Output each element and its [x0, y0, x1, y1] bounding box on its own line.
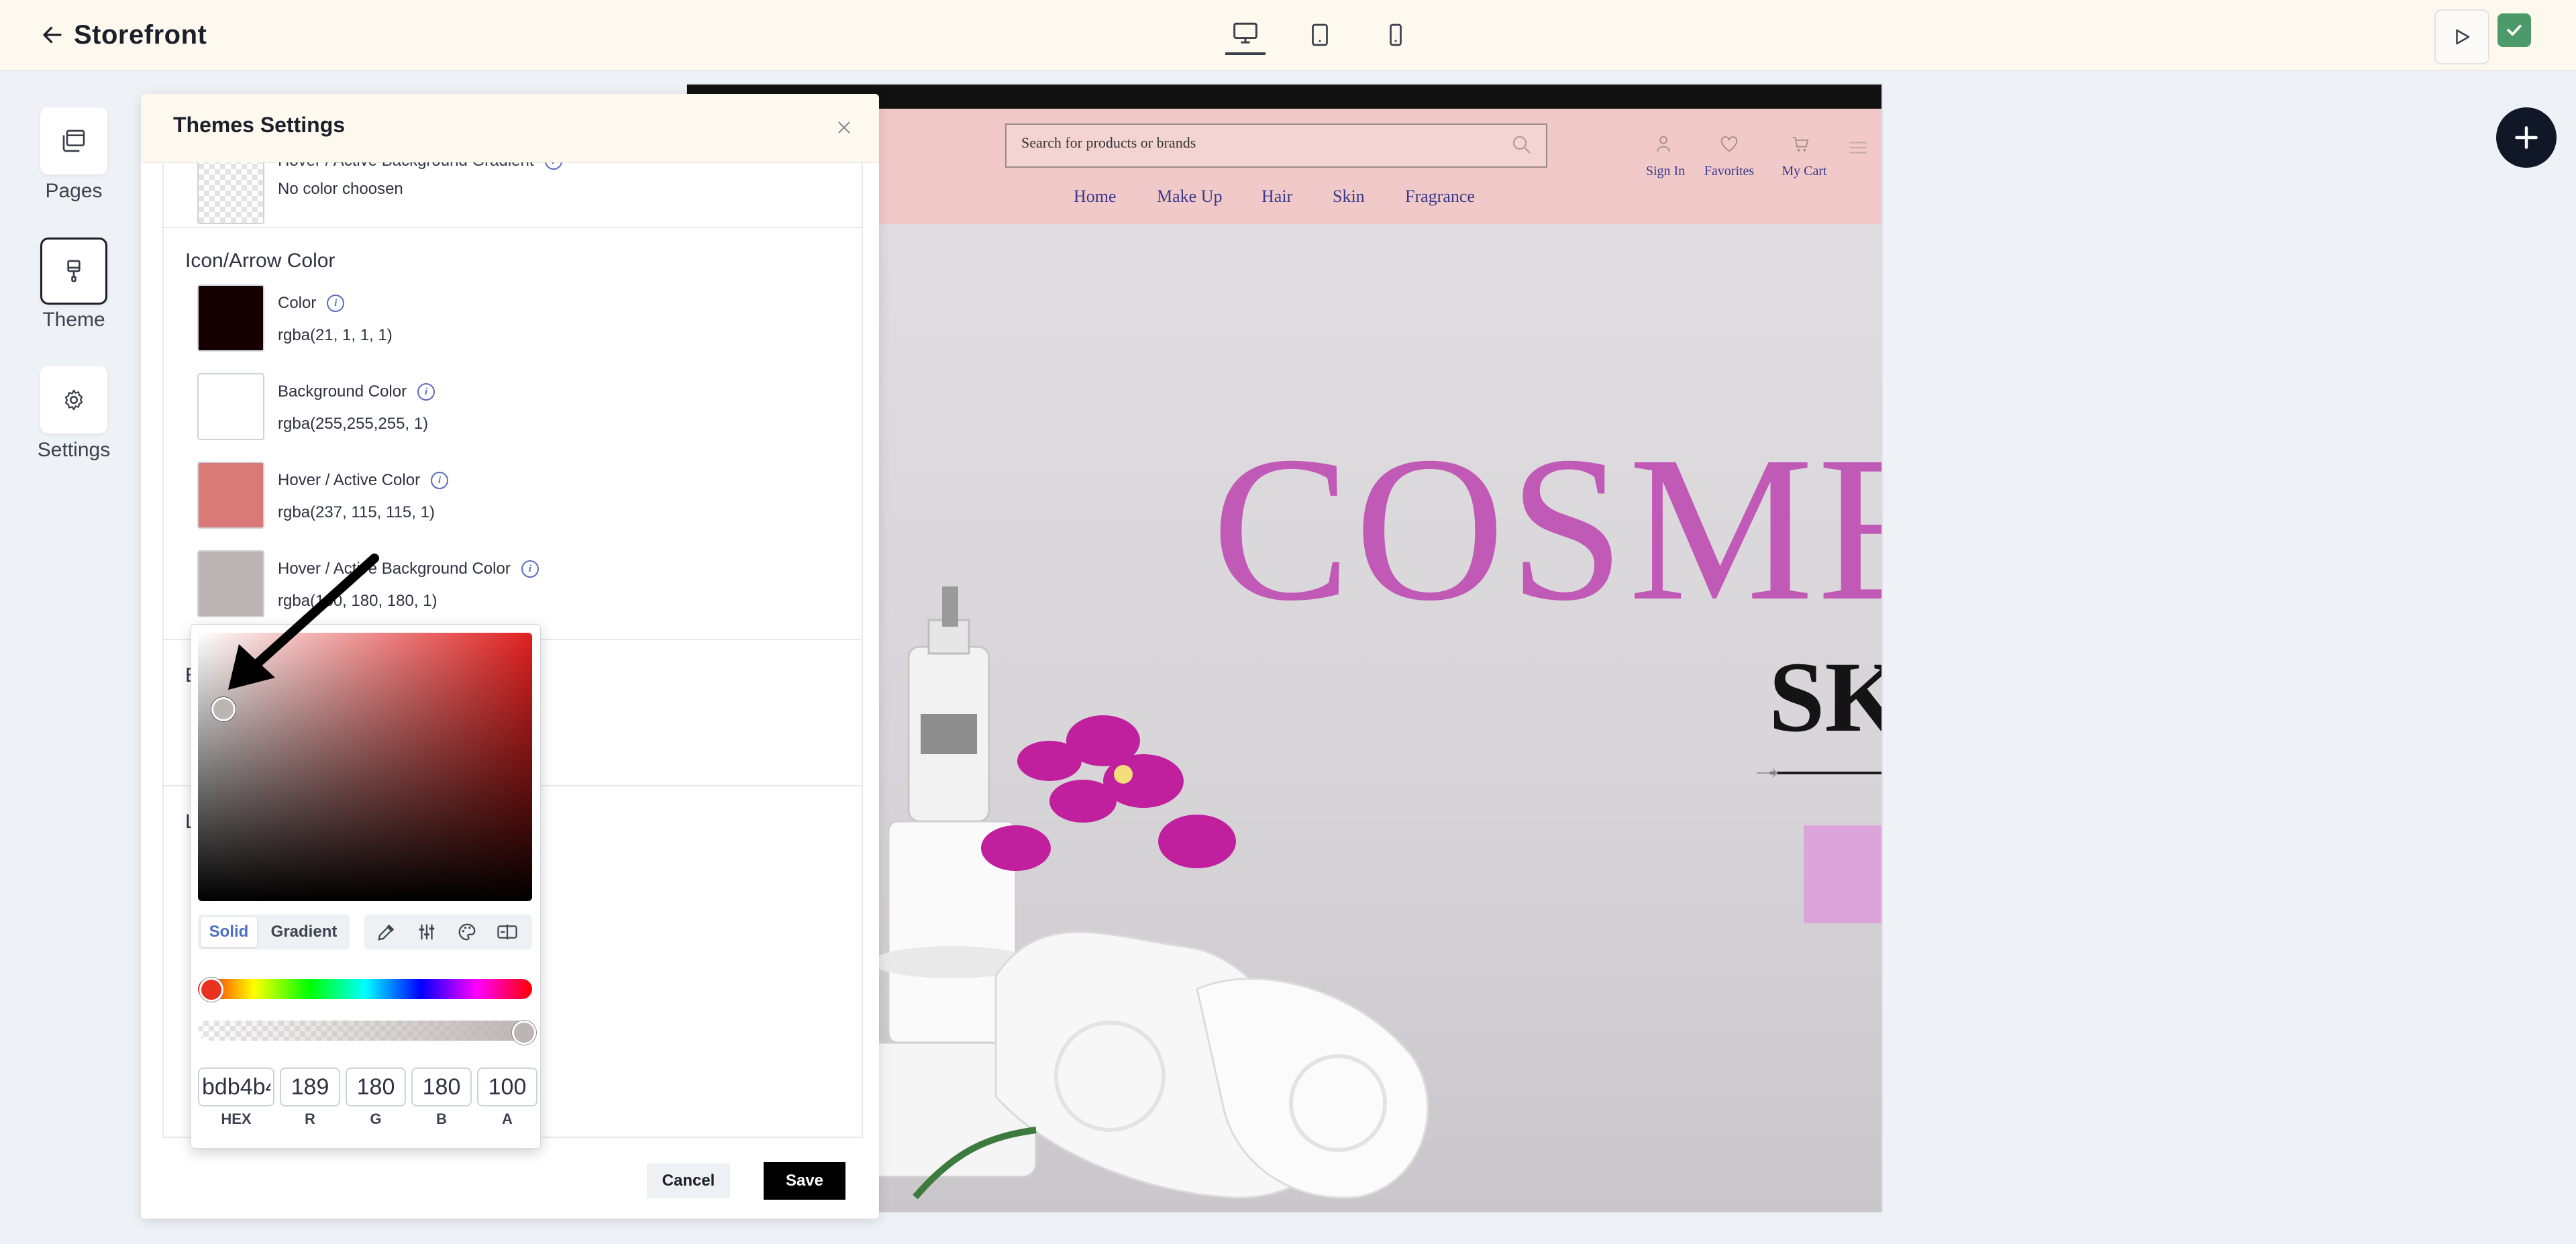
- hover-active-color-row-value: rgba(237, 115, 115, 1): [278, 503, 435, 521]
- cancel-button[interactable]: Cancel: [647, 1163, 730, 1198]
- app-title: Storefront: [74, 20, 207, 50]
- picker-tools: [364, 915, 532, 949]
- red-label: R: [305, 1110, 315, 1127]
- nav-fragrance[interactable]: Fragrance: [1405, 187, 1475, 207]
- rail-settings-button[interactable]: [40, 366, 107, 433]
- alpha-label: A: [502, 1110, 513, 1127]
- desktop-view-button[interactable]: [1225, 15, 1266, 55]
- color-swatch[interactable]: [197, 284, 264, 352]
- hover-active-color-swatch[interactable]: [197, 462, 264, 529]
- alpha-gradient: [198, 1021, 532, 1041]
- background-color-row-value: rgba(255,255,255, 1): [278, 415, 429, 433]
- sliders-icon[interactable]: [410, 919, 444, 945]
- mobile-icon: [1390, 23, 1402, 46]
- favorites-link[interactable]: Favorites: [1699, 164, 1759, 179]
- nav-hair[interactable]: Hair: [1261, 187, 1292, 207]
- info-icon[interactable]: i: [327, 295, 345, 312]
- paintbrush-icon: [67, 260, 81, 282]
- gear-icon: [64, 389, 83, 411]
- hue-slider[interactable]: [198, 978, 532, 1002]
- picker-mode-toggle: Solid Gradient: [198, 915, 350, 949]
- section-title-icon-arrow: Icon/Arrow Color: [185, 250, 336, 272]
- rail-pages-label: Pages: [45, 180, 103, 202]
- info-icon[interactable]: i: [431, 472, 449, 489]
- hex-label: HEX: [221, 1110, 252, 1127]
- info-icon[interactable]: i: [417, 383, 435, 401]
- plus-icon: [2515, 126, 2538, 149]
- hue-handle[interactable]: [199, 978, 223, 1002]
- section-divider: [164, 227, 862, 228]
- nav-skin[interactable]: Skin: [1333, 187, 1365, 207]
- rail-theme-button[interactable]: [40, 238, 107, 305]
- cart-icon: [1792, 137, 1809, 152]
- rail-settings-label: Settings: [37, 439, 111, 461]
- blue-input[interactable]: [411, 1068, 472, 1106]
- mode-gradient-tab[interactable]: Gradient: [262, 917, 346, 947]
- play-icon: [2456, 29, 2470, 45]
- save-button[interactable]: Save: [764, 1162, 845, 1200]
- hero-subtitle: SKIN: [1769, 641, 1882, 753]
- color-row-value: rgba(21, 1, 1, 1): [278, 326, 393, 344]
- gradient-row-label: Hover / Active Background Gradient i: [278, 162, 562, 170]
- panel-title: Themes Settings: [173, 113, 346, 137]
- alpha-handle[interactable]: [512, 1021, 536, 1045]
- top-bar: Storefront: [0, 0, 2576, 70]
- tablet-icon: [1312, 23, 1328, 46]
- hero-underline: [1770, 772, 1882, 774]
- annotation-arrow-icon: [228, 554, 379, 690]
- background-color-swatch[interactable]: [197, 373, 264, 440]
- hero-title: COSMETICS: [1212, 414, 1882, 644]
- my-cart-link[interactable]: My Cart: [1774, 164, 1835, 179]
- tablet-view-button[interactable]: [1300, 15, 1340, 55]
- heart-icon: [1720, 136, 1738, 152]
- check-icon: [2507, 24, 2522, 36]
- alpha-slider[interactable]: [198, 1021, 536, 1045]
- mode-solid-tab[interactable]: Solid: [201, 917, 257, 947]
- hex-input[interactable]: [198, 1068, 274, 1106]
- info-icon[interactable]: i: [521, 560, 539, 578]
- blue-label: B: [436, 1110, 447, 1127]
- rail-theme-label: Theme: [42, 309, 105, 331]
- nav-make-up[interactable]: Make Up: [1157, 187, 1222, 207]
- rail-pages-button[interactable]: [40, 107, 107, 174]
- slider-next-icon: [1757, 768, 1778, 778]
- hero-cta-button[interactable]: [1804, 825, 1882, 923]
- eyedropper-icon[interactable]: [370, 919, 403, 945]
- gradient-row-value: No color choosen: [278, 180, 403, 198]
- hover-active-color-row-label: Hover / Active Color i: [278, 471, 449, 490]
- green-label: G: [370, 1110, 382, 1127]
- red-input[interactable]: [280, 1068, 340, 1106]
- green-input[interactable]: [346, 1068, 406, 1106]
- preview-play-button[interactable]: [2434, 9, 2489, 64]
- desktop-icon: [1233, 22, 1257, 44]
- add-section-button[interactable]: [2496, 107, 2557, 168]
- close-icon[interactable]: [831, 114, 858, 141]
- pages-icon: [62, 129, 85, 152]
- gradient-swatch[interactable]: [197, 162, 264, 224]
- publish-check-button[interactable]: [2497, 13, 2531, 47]
- mobile-view-button[interactable]: [1376, 15, 1416, 55]
- color-row-label: Color i: [278, 294, 345, 313]
- info-icon[interactable]: i: [544, 162, 562, 170]
- back-arrow-icon[interactable]: [34, 16, 71, 54]
- palette-icon[interactable]: [450, 919, 484, 945]
- compare-icon[interactable]: [491, 919, 524, 945]
- user-icon: [1657, 136, 1670, 152]
- panel-header: Themes Settings: [141, 94, 879, 163]
- menu-icon: [1849, 142, 1867, 154]
- store-search-input[interactable]: Search for products or brands: [1005, 123, 1547, 168]
- alpha-input[interactable]: [477, 1068, 537, 1106]
- background-color-row-label: Background Color i: [278, 382, 435, 401]
- nav-home[interactable]: Home: [1074, 187, 1117, 207]
- hero-product-illustration: [860, 586, 1429, 1200]
- search-placeholder: Search for products or brands: [1021, 134, 1196, 151]
- search-icon: [1512, 136, 1531, 154]
- sign-in-link[interactable]: Sign In: [1639, 164, 1692, 179]
